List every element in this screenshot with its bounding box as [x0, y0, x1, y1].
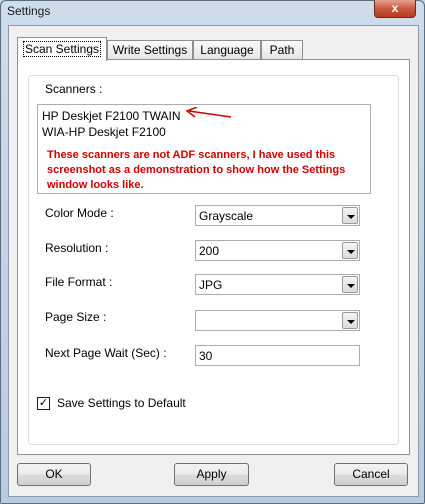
color-mode-label: Color Mode : [45, 206, 114, 220]
red-arrow-icon [185, 107, 232, 118]
page-size-label: Page Size : [45, 310, 107, 324]
next-page-wait-value: 30 [199, 349, 213, 363]
tab-label: Language [200, 43, 254, 57]
color-mode-select[interactable]: Grayscale [195, 205, 360, 226]
color-mode-value: Grayscale [199, 209, 254, 223]
save-default-checkbox[interactable]: ✓ [37, 397, 50, 410]
cancel-button[interactable]: Cancel [334, 463, 408, 486]
resolution-value: 200 [199, 244, 220, 258]
ok-button[interactable]: OK [17, 463, 91, 486]
scanners-list[interactable]: HP Deskjet F2100 TWAIN WIA-HP Deskjet F2… [37, 104, 371, 194]
cancel-label: Cancel [352, 467, 390, 481]
chevron-down-icon[interactable] [342, 312, 358, 329]
tab-write-settings[interactable]: Write Settings [107, 40, 193, 60]
chevron-down-icon[interactable] [342, 242, 358, 259]
next-page-wait-label: Next Page Wait (Sec) : [45, 346, 167, 360]
settings-window: Settings x Scan Settings Write Settings … [0, 0, 425, 504]
chevron-down-icon[interactable] [342, 276, 358, 293]
settings-group: Scanners : HP Deskjet F2100 TWAIN WIA-HP… [28, 75, 399, 445]
chevron-down-icon[interactable] [342, 207, 358, 224]
resolution-label: Resolution : [45, 241, 109, 255]
close-button[interactable]: x [374, 0, 416, 18]
file-format-value: JPG [199, 278, 223, 292]
file-format-label: File Format : [45, 275, 113, 289]
tab-label: Write Settings [112, 43, 188, 57]
title-bar: Settings x [1, 0, 424, 23]
close-icon: x [391, 1, 399, 15]
tab-scan-settings[interactable]: Scan Settings [17, 37, 107, 61]
scan-settings-panel: Scanners : HP Deskjet F2100 TWAIN WIA-HP… [17, 59, 410, 455]
save-default-label[interactable]: Save Settings to Default [57, 396, 186, 410]
apply-button[interactable]: Apply [174, 463, 249, 486]
scanners-label: Scanners : [45, 82, 103, 96]
file-format-select[interactable]: JPG [195, 274, 360, 295]
apply-label: Apply [196, 467, 227, 481]
annotation-note: These scanners are not ADF scanners, I h… [47, 149, 346, 191]
list-item[interactable]: HP Deskjet F2100 TWAIN [42, 109, 181, 123]
checkmark-icon: ✓ [38, 397, 49, 409]
tab-label: Scan Settings [22, 41, 102, 57]
tab-language[interactable]: Language [193, 40, 261, 60]
page-size-select[interactable] [195, 310, 360, 331]
list-item[interactable]: WIA-HP Deskjet F2100 [42, 125, 166, 139]
ok-label: OK [45, 467, 63, 481]
tab-path[interactable]: Path [261, 40, 303, 60]
tab-label: Path [269, 43, 295, 57]
dialog-client: Scan Settings Write Settings Language Pa… [8, 25, 419, 497]
window-title: Settings [7, 4, 51, 18]
next-page-wait-input[interactable]: 30 [195, 345, 360, 366]
resolution-select[interactable]: 200 [195, 240, 360, 261]
